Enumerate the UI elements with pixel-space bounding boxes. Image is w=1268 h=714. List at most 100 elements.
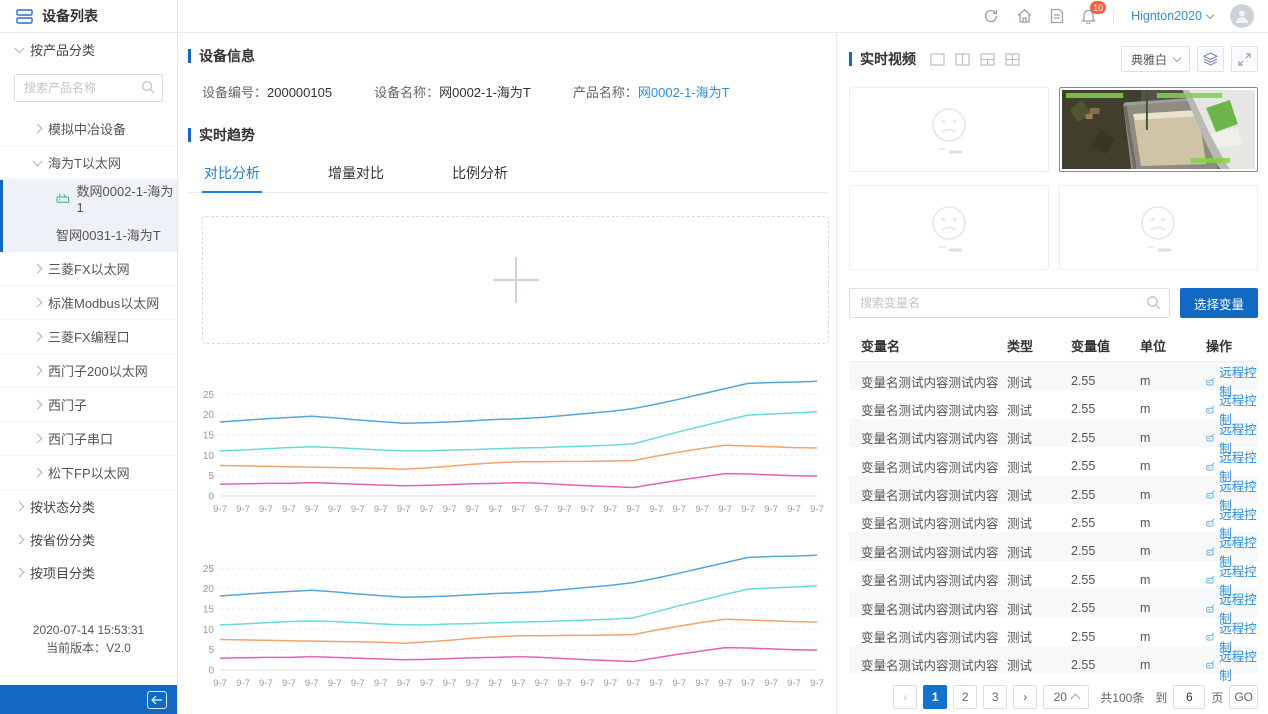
tree-item-14[interactable]: 按项目分类 bbox=[0, 556, 177, 589]
tree-item-4[interactable]: 智网0031-1-海为T bbox=[0, 216, 177, 252]
home-button[interactable] bbox=[1016, 8, 1033, 24]
camera-feed-image bbox=[1062, 90, 1256, 169]
svg-text:9-7: 9-7 bbox=[397, 504, 411, 515]
title-marker bbox=[188, 128, 191, 142]
svg-text:9-7: 9-7 bbox=[718, 678, 732, 689]
video-cell-2-empty[interactable] bbox=[849, 185, 1049, 270]
add-chart-placeholder[interactable] bbox=[202, 216, 829, 344]
svg-text:9-7: 9-7 bbox=[305, 504, 319, 515]
cell-value: 2.55 bbox=[1071, 630, 1140, 644]
select-variable-button[interactable]: 选择变量 bbox=[1180, 288, 1258, 318]
no-video-placeholder-icon bbox=[1125, 200, 1191, 256]
document-button[interactable] bbox=[1050, 8, 1064, 24]
layout-two-split-button[interactable] bbox=[955, 53, 970, 66]
layers-button[interactable] bbox=[1197, 46, 1224, 72]
svg-text:9-7: 9-7 bbox=[649, 678, 663, 689]
cell-type: 测试 bbox=[1007, 428, 1071, 447]
fullscreen-button[interactable] bbox=[1231, 46, 1258, 72]
notifications-button[interactable]: 10 bbox=[1081, 8, 1096, 24]
tree-item-label: 三菱FX编程口 bbox=[48, 327, 130, 346]
tree-item-9[interactable]: 西门子 bbox=[0, 388, 177, 422]
column-header: 变量值 bbox=[1071, 336, 1140, 355]
tab-对比分析[interactable]: 对比分析 bbox=[202, 157, 262, 192]
page-button-3[interactable]: 3 bbox=[983, 685, 1007, 709]
remote-control-icon bbox=[1206, 461, 1215, 472]
go-button[interactable]: GO bbox=[1229, 685, 1258, 709]
tree-item-label: 按项目分类 bbox=[30, 563, 95, 582]
tree-item-10[interactable]: 西门子串口 bbox=[0, 422, 177, 456]
video-cell-0-empty[interactable] bbox=[849, 87, 1049, 172]
tree-item-2[interactable]: 海为T以太网 bbox=[0, 146, 177, 180]
table-row: 变量名测试内容测试内容测试2.55m远程控制 bbox=[849, 561, 1258, 589]
refresh-button[interactable] bbox=[983, 8, 999, 24]
svg-text:9-7: 9-7 bbox=[810, 504, 824, 515]
tree-item-1[interactable]: 模拟中冶设备 bbox=[0, 112, 177, 146]
tree-item-label: 三菱FX以太网 bbox=[48, 259, 130, 278]
chevron-right-icon bbox=[33, 434, 43, 444]
chevron-down-icon bbox=[33, 156, 43, 166]
layout-single-button[interactable] bbox=[930, 53, 945, 66]
page-size-select[interactable]: 20 bbox=[1043, 685, 1089, 709]
device-tree: 按产品分类模拟中冶设备海为T以太网数网0002-1-海为1智网0031-1-海为… bbox=[0, 33, 177, 589]
video-theme-select[interactable]: 典雅白 bbox=[1121, 46, 1190, 72]
cell-value: 2.55 bbox=[1071, 431, 1140, 445]
svg-text:9-7: 9-7 bbox=[672, 678, 686, 689]
svg-text:20: 20 bbox=[203, 410, 215, 421]
page-button-1[interactable]: 1 bbox=[923, 685, 947, 709]
field-value: 网0002-1-海为T bbox=[439, 85, 531, 100]
cell-unit: m bbox=[1140, 573, 1206, 587]
layout-grid-button[interactable] bbox=[1005, 53, 1020, 66]
svg-text:9-7: 9-7 bbox=[764, 678, 778, 689]
tree-item-12[interactable]: 按状态分类 bbox=[0, 490, 177, 523]
svg-text:25: 25 bbox=[203, 390, 215, 401]
tree-item-6[interactable]: 标准Modbus以太网 bbox=[0, 286, 177, 320]
tree-item-13[interactable]: 按省份分类 bbox=[0, 523, 177, 556]
layout-three-split-button[interactable] bbox=[980, 53, 995, 66]
expand-icon bbox=[1238, 53, 1251, 66]
tree-item-7[interactable]: 三菱FX编程口 bbox=[0, 320, 177, 354]
table-row: 变量名测试内容测试内容测试2.55m远程控制 bbox=[849, 476, 1258, 504]
chevron-right-icon bbox=[33, 332, 43, 342]
collapse-sidebar-button[interactable] bbox=[147, 691, 167, 709]
table-row: 变量名测试内容测试内容测试2.55m远程控制 bbox=[849, 390, 1258, 418]
cell-value: 2.55 bbox=[1071, 516, 1140, 530]
no-video-placeholder-icon bbox=[916, 200, 982, 256]
tree-item-11[interactable]: 松下FP以太网 bbox=[0, 456, 177, 490]
svg-text:9-7: 9-7 bbox=[535, 678, 549, 689]
jump-page-input[interactable] bbox=[1173, 685, 1205, 709]
video-cell-1-camera[interactable] bbox=[1059, 87, 1259, 172]
sidebar-bottom-bar bbox=[0, 685, 177, 714]
svg-text:9-7: 9-7 bbox=[787, 504, 801, 515]
cell-type: 测试 bbox=[1007, 400, 1071, 419]
tree-item-8[interactable]: 西门子200以太网 bbox=[0, 354, 177, 388]
video-cell-3-empty[interactable] bbox=[1059, 185, 1259, 270]
tab-比例分析[interactable]: 比例分析 bbox=[450, 157, 510, 192]
cell-name: 变量名测试内容测试内容 bbox=[861, 457, 1007, 476]
cell-name: 变量名测试内容测试内容 bbox=[861, 400, 1007, 419]
variable-search-input[interactable] bbox=[849, 288, 1170, 318]
svg-text:20: 20 bbox=[203, 584, 215, 595]
cell-type: 测试 bbox=[1007, 599, 1071, 618]
app-root: 设备列表 按产品分类模拟中冶设备海为T以太网数网0002-1-海为1智网0031… bbox=[0, 0, 1268, 714]
video-grid bbox=[849, 87, 1258, 270]
cell-type: 测试 bbox=[1007, 457, 1071, 476]
svg-text:9-7: 9-7 bbox=[397, 678, 411, 689]
tab-增量对比[interactable]: 增量对比 bbox=[326, 157, 386, 192]
tree-item-5[interactable]: 三菱FX以太网 bbox=[0, 252, 177, 286]
chevron-right-icon bbox=[33, 124, 43, 134]
product-search bbox=[0, 66, 177, 112]
prev-page-button[interactable]: ‹ bbox=[893, 685, 917, 709]
user-menu[interactable]: Hignton2020 bbox=[1131, 9, 1213, 23]
svg-text:5: 5 bbox=[208, 645, 214, 656]
svg-text:9-7: 9-7 bbox=[328, 678, 342, 689]
field-value[interactable]: 网0002-1-海为T bbox=[638, 85, 730, 100]
next-page-button[interactable]: › bbox=[1013, 685, 1037, 709]
cell-name: 变量名测试内容测试内容 bbox=[861, 485, 1007, 504]
remote-control-link[interactable]: 远程控制 bbox=[1206, 646, 1258, 684]
tree-item-3[interactable]: 数网0002-1-海为1 bbox=[0, 180, 177, 216]
tree-item-0[interactable]: 按产品分类 bbox=[0, 33, 177, 66]
page-button-2[interactable]: 2 bbox=[953, 685, 977, 709]
avatar[interactable] bbox=[1230, 4, 1254, 28]
svg-text:9-7: 9-7 bbox=[741, 504, 755, 515]
cell-unit: m bbox=[1140, 374, 1206, 388]
